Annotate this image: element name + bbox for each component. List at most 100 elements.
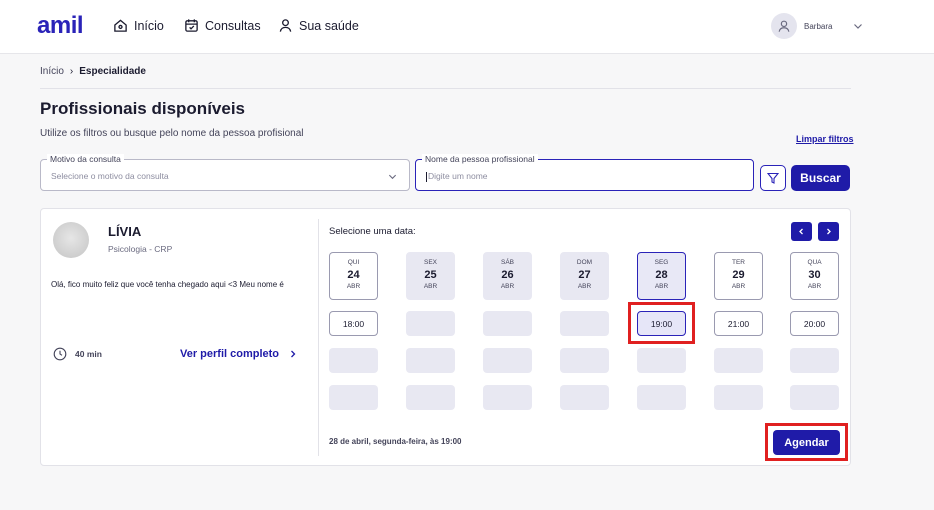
day-of-week: DOM <box>576 259 593 266</box>
chevron-right-icon <box>291 350 296 358</box>
breadcrumb-separator: › <box>69 66 74 77</box>
nav-inicio-label: Início <box>134 18 164 33</box>
nav-consultas[interactable]: Consultas <box>184 18 261 33</box>
breadcrumb-divider <box>40 88 851 89</box>
time-slot <box>483 311 532 336</box>
session-duration: 40 min <box>53 347 102 361</box>
day-month: ABR <box>423 283 438 290</box>
chevron-down-icon <box>388 174 397 180</box>
top-header: amil Início Consultas Sua saúde Barbara <box>0 0 934 54</box>
day-of-week: SEX <box>423 259 437 266</box>
empty-slot <box>714 348 763 373</box>
nav-inicio[interactable]: Início <box>113 18 164 33</box>
date-option: SÁB 26 ABR <box>483 252 532 300</box>
empty-slot <box>560 385 609 410</box>
nav-sua-saude-label: Sua saúde <box>299 18 359 33</box>
date-option: SEX 25 ABR <box>406 252 455 300</box>
day-number: 25 <box>424 269 437 281</box>
user-name: Barbara <box>804 21 833 31</box>
time-slot[interactable]: 21:00 <box>714 311 763 336</box>
day-number: 27 <box>578 269 591 281</box>
view-profile-link[interactable]: Ver perfil completo <box>180 348 297 360</box>
breadcrumb: Início › Especialidade <box>40 66 146 77</box>
home-icon <box>114 19 127 32</box>
day-month: ABR <box>807 283 822 290</box>
date-option[interactable]: SEG 28 ABR <box>637 252 686 300</box>
chevron-left-icon <box>799 228 803 235</box>
professional-bio: Olá, fico muito feliz que você tenha che… <box>51 280 284 289</box>
day-month: ABR <box>577 283 592 290</box>
page-title: Profissionais disponíveis <box>40 99 246 118</box>
name-search-label: Nome da pessoa profissional <box>422 154 538 164</box>
professional-photo <box>53 222 89 258</box>
search-button[interactable]: Buscar <box>791 165 850 191</box>
time-slot <box>560 311 609 336</box>
clock-icon <box>53 347 67 361</box>
reason-select[interactable]: Motivo da consulta Selecione o motivo da… <box>40 154 410 191</box>
nav-consultas-label: Consultas <box>205 18 261 33</box>
day-of-week: SEG <box>654 259 669 266</box>
nav-sua-saude[interactable]: Sua saúde <box>278 18 359 33</box>
calendar-icon <box>185 19 198 32</box>
next-dates-button[interactable] <box>818 222 839 241</box>
clear-filters-link[interactable]: Limpar filtros <box>796 134 854 144</box>
date-option[interactable]: QUI 24 ABR <box>329 252 378 300</box>
chevron-right-icon <box>827 228 831 235</box>
time-slot[interactable]: 20:00 <box>790 311 839 336</box>
day-month: ABR <box>654 283 669 290</box>
time-slot[interactable]: 18:00 <box>329 311 378 336</box>
prev-dates-button[interactable] <box>791 222 812 241</box>
day-number: 30 <box>808 269 821 281</box>
empty-slot <box>560 348 609 373</box>
empty-slot <box>790 385 839 410</box>
professional-specialty: Psicologia - CRP <box>108 244 173 254</box>
day-number: 28 <box>655 269 668 281</box>
chevron-down-icon[interactable] <box>853 21 863 31</box>
empty-slot <box>406 385 455 410</box>
amil-logo[interactable]: amil <box>37 12 84 40</box>
user-avatar-icon <box>778 20 790 32</box>
empty-slot <box>637 385 686 410</box>
user-menu[interactable]: Barbara <box>771 13 863 39</box>
empty-slot <box>329 385 378 410</box>
select-date-label: Selecione uma data: <box>329 226 416 237</box>
breadcrumb-current: Especialidade <box>79 66 146 77</box>
selected-slot-highlight <box>628 302 695 344</box>
date-option: DOM 27 ABR <box>560 252 609 300</box>
name-search-placeholder: Digite um nome <box>426 171 488 182</box>
empty-slot <box>483 385 532 410</box>
duration-label: 40 min <box>75 349 102 359</box>
empty-slot <box>637 348 686 373</box>
empty-slot <box>406 348 455 373</box>
book-button-highlight <box>765 423 848 461</box>
view-profile-label: Ver perfil completo <box>180 348 280 360</box>
person-icon <box>279 19 292 32</box>
day-of-week: QUA <box>807 259 822 266</box>
date-option[interactable]: QUA 30 ABR <box>790 252 839 300</box>
reason-select-label: Motivo da consulta <box>47 154 124 164</box>
avatar <box>771 13 797 39</box>
breadcrumb-home[interactable]: Início <box>40 66 64 77</box>
professional-name: LÍVIA <box>108 224 142 239</box>
card-divider <box>318 219 319 456</box>
day-number: 29 <box>732 269 745 281</box>
day-of-week: QUI <box>347 259 360 266</box>
day-of-week: TER <box>732 259 745 266</box>
day-month: ABR <box>731 283 746 290</box>
name-search-input[interactable]: Nome da pessoa profissional Digite um no… <box>415 154 754 191</box>
empty-slot <box>483 348 532 373</box>
empty-slot <box>329 348 378 373</box>
time-slot <box>406 311 455 336</box>
day-number: 26 <box>501 269 514 281</box>
day-of-week: SÁB <box>500 259 514 266</box>
date-option[interactable]: TER 29 ABR <box>714 252 763 300</box>
day-month: ABR <box>346 283 361 290</box>
empty-slot <box>714 385 763 410</box>
day-number: 24 <box>347 269 360 281</box>
filter-button[interactable] <box>760 165 786 191</box>
empty-slot <box>790 348 839 373</box>
reason-select-placeholder: Selecione o motivo da consulta <box>51 171 169 181</box>
professional-card: LÍVIA Psicologia - CRP Olá, fico muito f… <box>40 208 851 466</box>
selection-summary: 28 de abril, segunda-feira, às 19:00 <box>329 437 462 446</box>
page-subtitle: Utilize os filtros ou busque pelo nome d… <box>40 128 304 139</box>
